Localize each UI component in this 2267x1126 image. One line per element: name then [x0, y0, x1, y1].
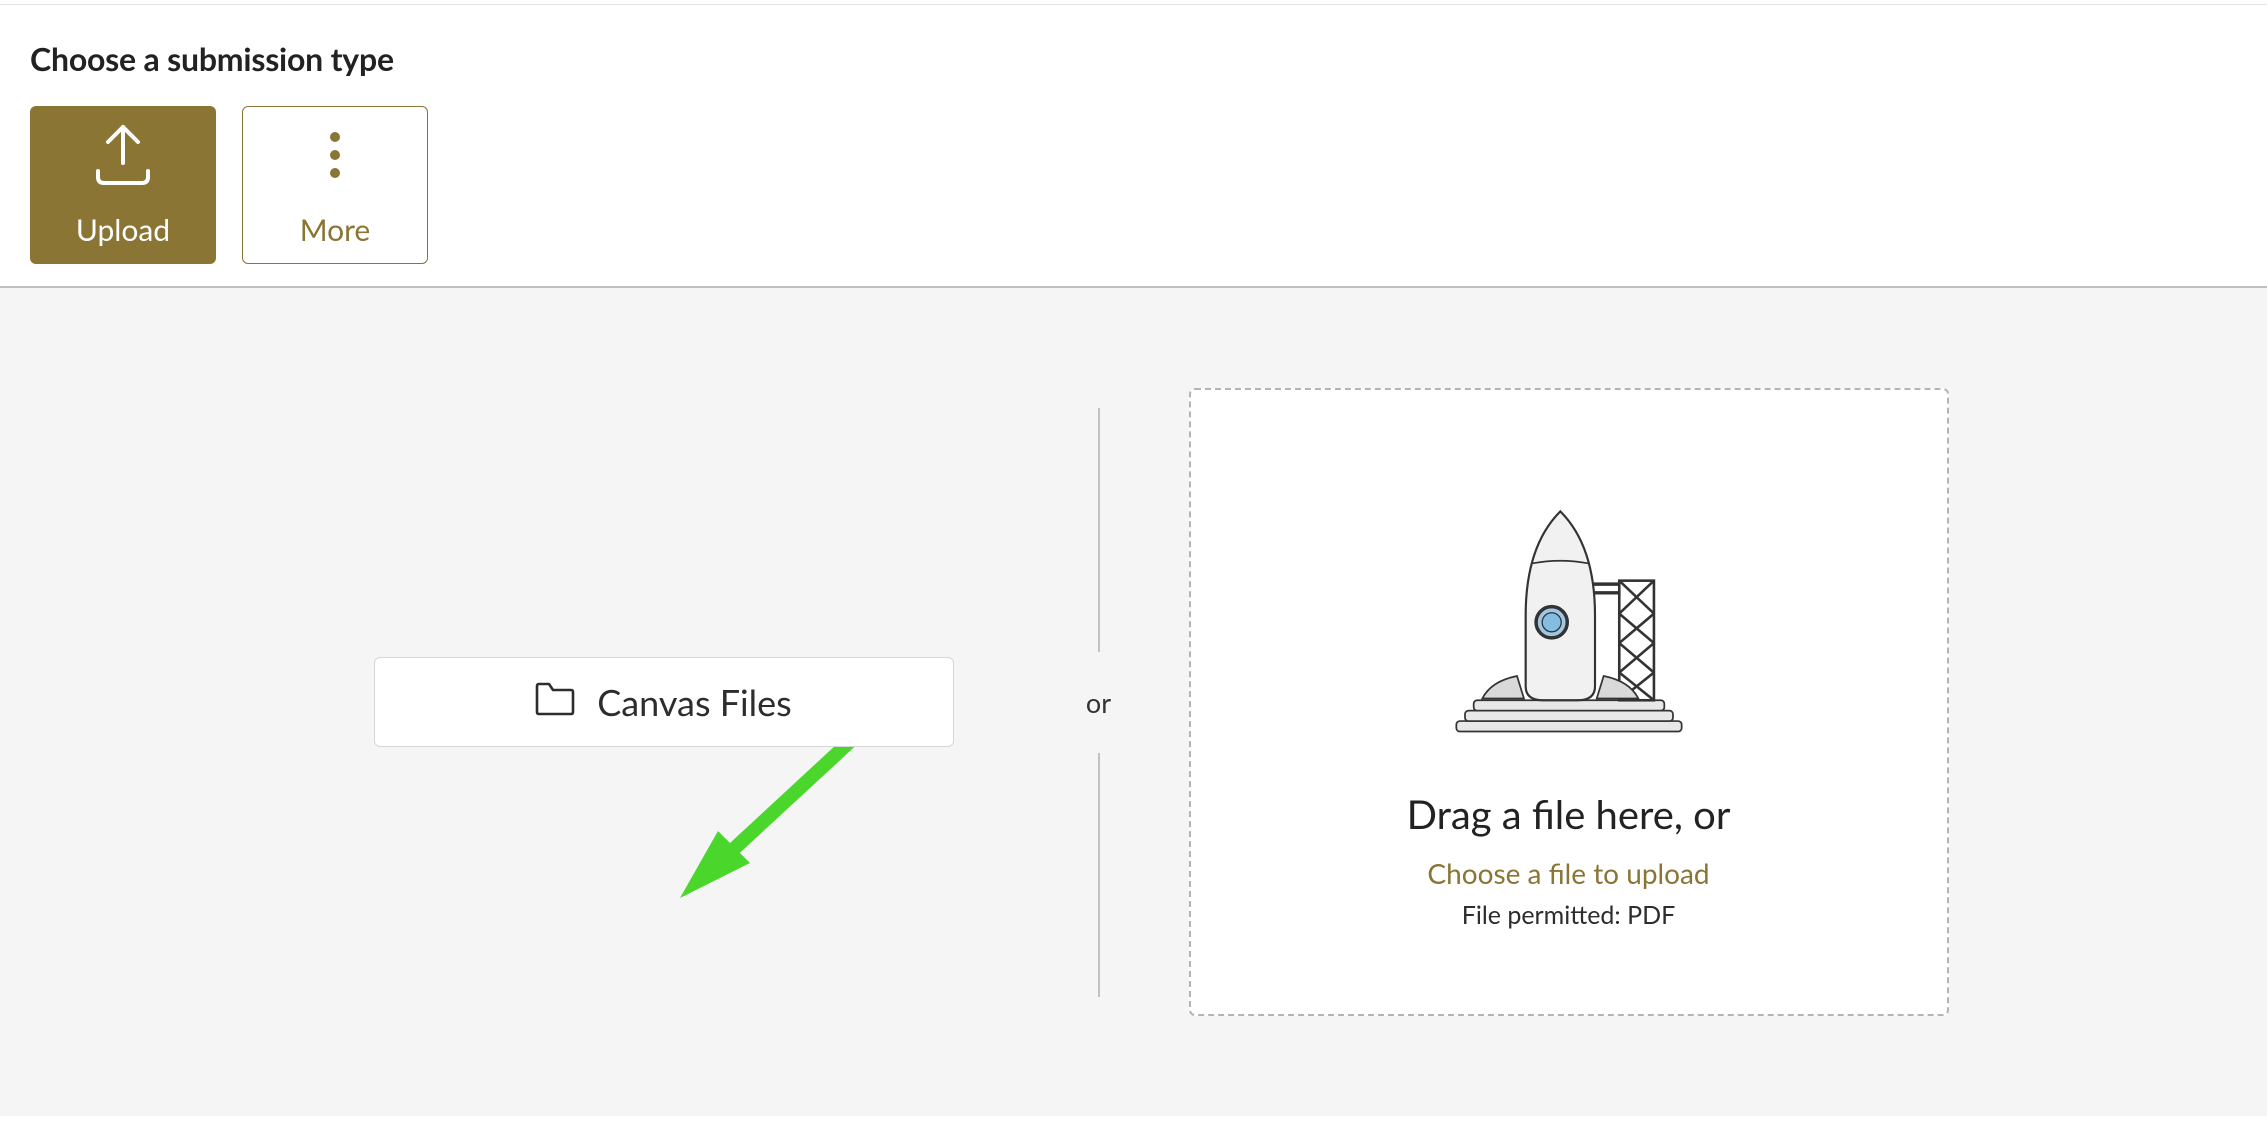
- drop-zone-title: Drag a file here, or: [1407, 790, 1731, 838]
- upload-icon: [88, 123, 158, 194]
- tab-more[interactable]: More: [242, 106, 428, 264]
- tab-upload[interactable]: Upload: [30, 106, 216, 264]
- separator-line-bottom: [1098, 753, 1100, 997]
- canvas-files-button[interactable]: Canvas Files: [374, 657, 954, 747]
- file-drop-zone[interactable]: Drag a file here, or Choose a file to up…: [1189, 388, 1949, 1016]
- rocket-icon: [1429, 474, 1709, 754]
- submission-type-tabs: Upload More: [30, 106, 2237, 264]
- separator-line-top: [1098, 408, 1100, 652]
- upload-panel: Canvas Files or: [0, 288, 2267, 1116]
- file-permitted-text: File permitted: PDF: [1462, 900, 1676, 930]
- more-vertical-icon: [330, 123, 340, 194]
- tab-more-label: More: [300, 212, 371, 248]
- folder-icon: [535, 680, 575, 724]
- canvas-files-label: Canvas Files: [597, 680, 792, 724]
- or-label: or: [1086, 686, 1111, 719]
- tab-upload-label: Upload: [76, 212, 170, 248]
- section-title: Choose a submission type: [30, 39, 2237, 78]
- or-separator: or: [1009, 408, 1189, 997]
- choose-file-link[interactable]: Choose a file to upload: [1427, 856, 1709, 890]
